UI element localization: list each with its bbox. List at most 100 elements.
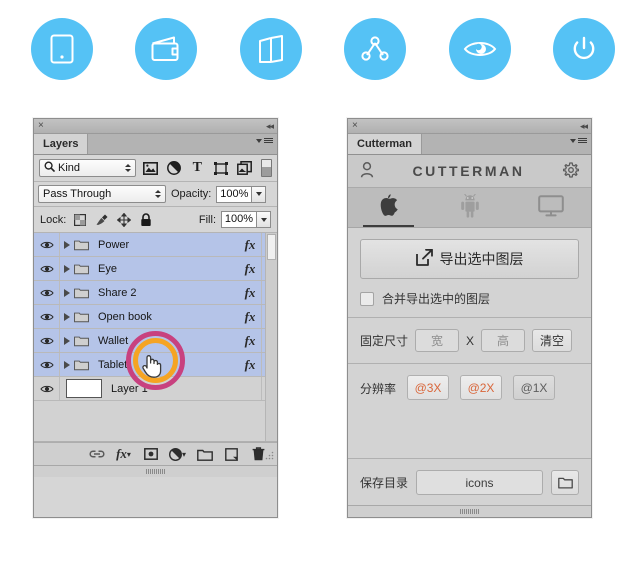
new-group-icon[interactable]	[196, 446, 213, 463]
expand-group-icon[interactable]	[60, 289, 74, 297]
lock-all-icon[interactable]	[137, 212, 154, 227]
fixed-size-label: 固定尺寸	[360, 332, 408, 349]
layer-name: Open book	[89, 311, 239, 323]
fill-stepper[interactable]	[257, 211, 271, 228]
tab-desktop[interactable]	[510, 188, 591, 227]
cutterman-panel-titlebar: × ◂◂	[348, 119, 591, 134]
cutterman-brand-bar: CUTTERMAN	[348, 155, 591, 188]
opacity-stepper[interactable]	[252, 186, 266, 203]
save-directory-label: 保存目录	[360, 474, 408, 491]
icon-preview-strip	[0, 0, 644, 100]
layer-name: Eye	[89, 263, 239, 275]
filter-kind-select[interactable]: Kind	[39, 159, 136, 177]
layer-effects-icon[interactable]: fx	[239, 357, 261, 373]
expand-group-icon[interactable]	[60, 265, 74, 273]
close-icon[interactable]: ×	[38, 120, 44, 132]
resolution-1x-button[interactable]: @1X	[513, 375, 555, 400]
adjustment-layer-icon[interactable]: ▾	[169, 446, 186, 463]
layer-effects-icon[interactable]: fx	[239, 309, 261, 325]
expand-group-icon[interactable]	[60, 313, 74, 321]
table-row[interactable]: Share 2 fx	[34, 281, 277, 305]
folder-icon	[74, 262, 89, 275]
scrollbar-thumb[interactable]	[267, 234, 276, 260]
cutterman-panel-grip[interactable]	[348, 505, 591, 517]
height-input[interactable]: 高	[481, 329, 525, 352]
collapse-icon[interactable]: ◂◂	[580, 120, 587, 132]
width-input[interactable]: 宽	[415, 329, 459, 352]
collapse-icon[interactable]: ◂◂	[266, 120, 273, 132]
fill-input[interactable]: 100%	[221, 211, 257, 228]
export-arrow-icon	[416, 249, 433, 269]
layer-effects-icon[interactable]: fx	[239, 333, 261, 349]
folder-icon	[74, 286, 89, 299]
blend-mode-value: Pass Through	[43, 188, 111, 200]
tab-apple[interactable]	[348, 188, 429, 227]
merge-export-checkbox[interactable]	[360, 292, 374, 306]
lock-position-icon[interactable]	[115, 212, 132, 227]
layer-visibility-icon[interactable]	[34, 281, 60, 304]
save-directory-input[interactable]: icons	[416, 470, 543, 495]
layer-list-scrollbar[interactable]	[265, 233, 277, 441]
power-icon	[553, 18, 615, 80]
table-row[interactable]: Eye fx	[34, 257, 277, 281]
blend-mode-select[interactable]: Pass Through	[38, 185, 166, 203]
layer-visibility-icon[interactable]	[34, 233, 60, 256]
layers-panel-grip[interactable]	[34, 465, 277, 477]
layer-list: Power fx Eye fx Share 2 fx	[34, 233, 277, 442]
expand-group-icon[interactable]	[60, 361, 74, 369]
shape-filter-icon[interactable]	[211, 159, 229, 177]
resolution-section: 分辨率 @3X @2X @1X	[348, 364, 591, 459]
layer-effects-icon[interactable]: fx	[239, 261, 261, 277]
layer-visibility-icon[interactable]	[34, 305, 60, 328]
layer-effects-icon[interactable]: fx	[239, 237, 261, 253]
layer-style-fx-icon[interactable]: fx▾	[115, 446, 132, 463]
layer-effects-icon[interactable]: fx	[239, 285, 261, 301]
link-layers-icon[interactable]	[88, 446, 105, 463]
layer-visibility-icon[interactable]	[34, 377, 60, 400]
fixed-size-section: 固定尺寸 宽 X 高 清空	[348, 318, 591, 364]
tab-android[interactable]	[429, 188, 510, 227]
lock-transparent-icon[interactable]	[71, 212, 88, 227]
adjustment-filter-icon[interactable]	[165, 159, 183, 177]
panel-menu-icon[interactable]	[570, 138, 587, 143]
user-icon[interactable]	[360, 162, 374, 181]
smart-object-filter-icon[interactable]	[235, 159, 253, 177]
table-row[interactable]: Power fx	[34, 233, 277, 257]
layers-tab-strip: Layers	[34, 134, 277, 155]
table-row[interactable]: Open book fx	[34, 305, 277, 329]
tab-layers[interactable]: Layers	[34, 134, 88, 154]
merge-export-row[interactable]: 合并导出选中的图层	[360, 290, 579, 307]
expand-group-icon[interactable]	[60, 337, 74, 345]
tab-cutterman[interactable]: Cutterman	[348, 134, 422, 154]
expand-group-icon[interactable]	[60, 241, 74, 249]
platform-tabs	[348, 188, 591, 228]
table-row[interactable]: Wallet fx	[34, 329, 277, 353]
close-icon[interactable]: ×	[352, 120, 358, 132]
pixel-filter-icon[interactable]	[141, 159, 159, 177]
layer-visibility-icon[interactable]	[34, 257, 60, 280]
blend-mode-row: Pass Through Opacity: 100%	[34, 182, 277, 207]
export-selected-layers-button[interactable]: 导出选中图层	[360, 239, 579, 279]
merge-export-label: 合并导出选中的图层	[382, 290, 490, 307]
clear-size-button[interactable]: 清空	[532, 329, 572, 352]
gear-icon[interactable]	[563, 162, 579, 181]
type-filter-icon[interactable]: T	[188, 159, 206, 177]
layer-thumbnail	[66, 379, 102, 398]
resize-grip[interactable]	[265, 449, 274, 463]
table-row[interactable]: Layer 1	[34, 377, 277, 401]
filter-kind-value: Kind	[58, 162, 80, 174]
panel-menu-icon[interactable]	[256, 138, 273, 143]
lock-image-icon[interactable]	[93, 212, 110, 227]
layer-visibility-icon[interactable]	[34, 329, 60, 352]
folder-browse-icon[interactable]	[551, 470, 579, 495]
folder-icon	[74, 238, 89, 251]
opacity-input[interactable]: 100%	[216, 186, 252, 203]
resolution-2x-button[interactable]: @2X	[460, 375, 502, 400]
layer-visibility-icon[interactable]	[34, 353, 60, 376]
new-layer-icon[interactable]	[223, 446, 240, 463]
resolution-3x-button[interactable]: @3X	[407, 375, 449, 400]
filter-enable-toggle[interactable]	[261, 159, 272, 177]
table-row[interactable]: Tablet fx	[34, 353, 277, 377]
export-button-label: 导出选中图层	[440, 249, 524, 269]
add-mask-icon[interactable]	[142, 446, 159, 463]
